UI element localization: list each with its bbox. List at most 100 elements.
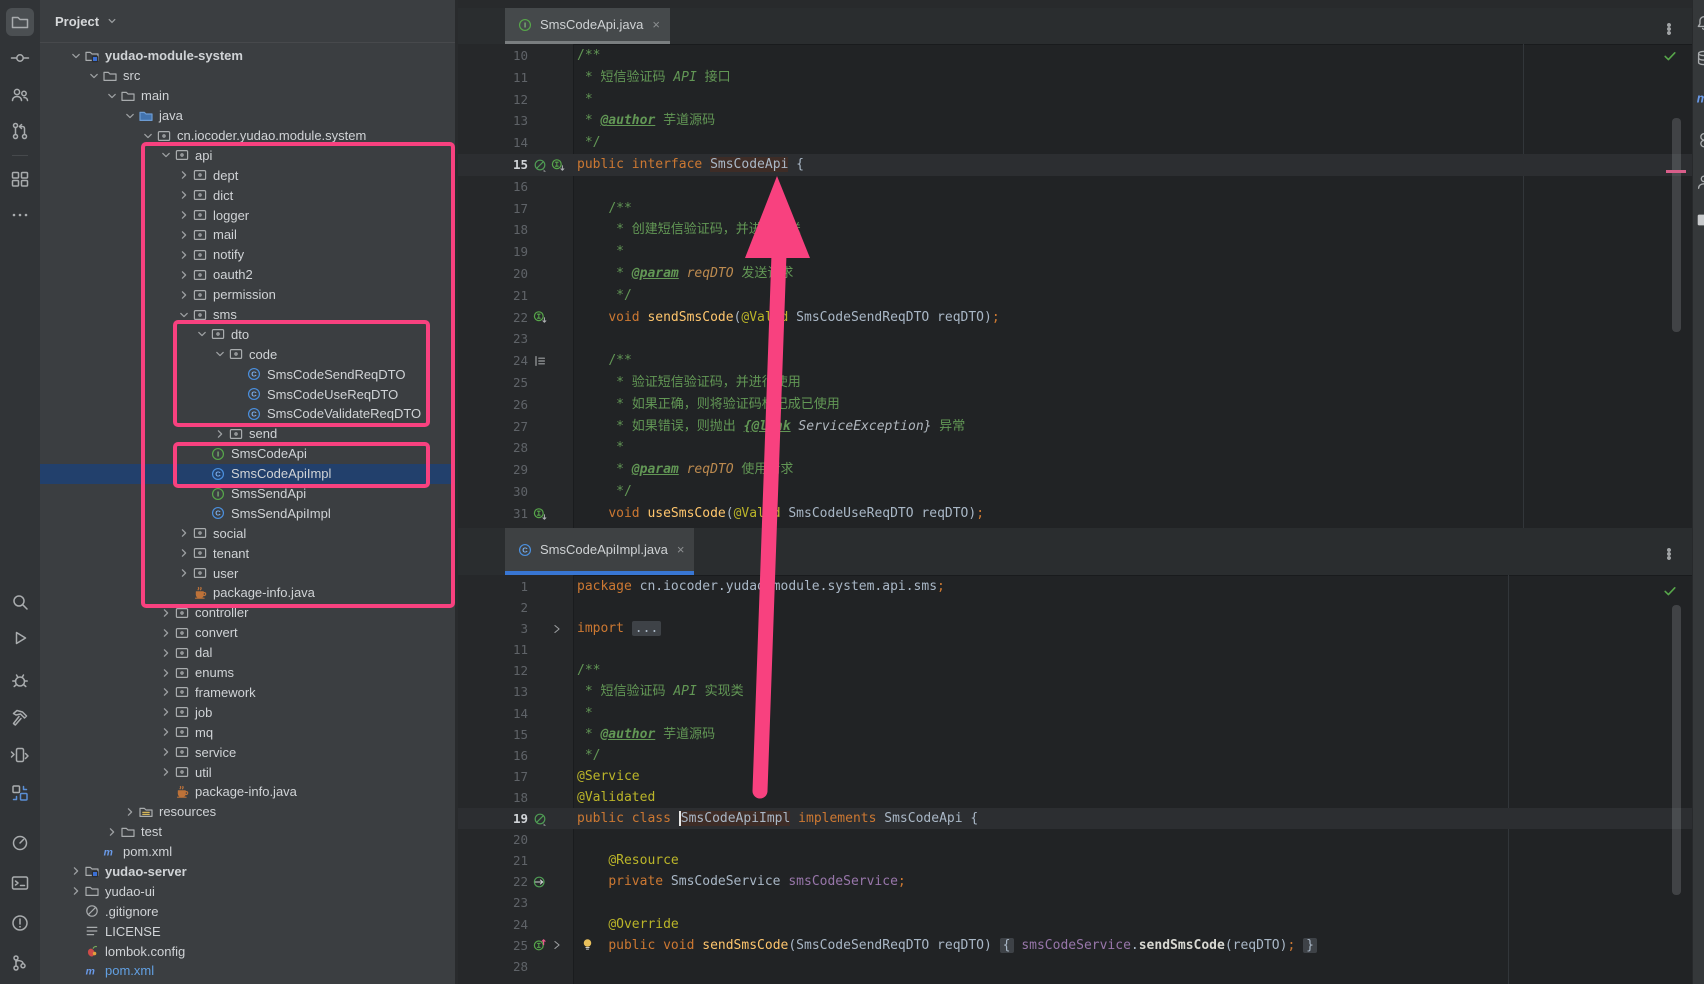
tab-smscodeapiimpl[interactable]: C SmsCodeApiImpl.java × xyxy=(505,528,694,571)
tree-item[interactable]: CSmsCodeUseReqDTO xyxy=(40,384,455,404)
line-number[interactable]: 15 xyxy=(458,154,528,176)
tree-item[interactable]: resources xyxy=(40,802,455,822)
code-line[interactable]: 25 * 验证短信验证码，并进行使用 xyxy=(458,372,1692,394)
gutter-icons[interactable] xyxy=(532,503,548,525)
line-number[interactable]: 29 xyxy=(458,459,528,481)
line-number[interactable]: 1 xyxy=(458,576,528,597)
terminal-icon[interactable] xyxy=(6,869,34,897)
tree-item[interactable]: mail xyxy=(40,225,455,245)
gutter-icons[interactable] xyxy=(532,808,548,829)
tree-item[interactable]: util xyxy=(40,762,455,782)
chevron-down-icon[interactable] xyxy=(121,108,138,124)
tree-item[interactable]: mpom.xml xyxy=(40,842,455,862)
tree-item[interactable]: .gitignore xyxy=(40,901,455,921)
line-number[interactable]: 18 xyxy=(458,787,528,808)
code-line[interactable]: 23 xyxy=(458,892,1692,913)
code-line[interactable]: 30 */ xyxy=(458,481,1692,503)
code-line[interactable]: 26 * 如果正确，则将验证码标记成已使用 xyxy=(458,394,1692,416)
fold-gutter-icon[interactable] xyxy=(550,938,564,952)
code-line[interactable]: 12/** xyxy=(458,660,1692,681)
maven-icon[interactable]: m xyxy=(1695,89,1704,112)
fold-gutter-icon[interactable] xyxy=(550,622,564,636)
impl-gutter-icon[interactable] xyxy=(550,157,566,173)
tree-item[interactable]: mq xyxy=(40,722,455,742)
commit-icon[interactable] xyxy=(6,44,34,72)
close-icon[interactable]: × xyxy=(652,17,660,32)
tree-item[interactable]: dict xyxy=(40,185,455,205)
code-line[interactable]: 12 * xyxy=(458,89,1692,111)
chevron-right-icon[interactable] xyxy=(175,287,192,303)
code-line[interactable]: 28 xyxy=(458,956,1692,977)
tree-item[interactable]: main xyxy=(40,86,455,106)
tree-item[interactable]: lombok.config xyxy=(40,941,455,961)
editor-smscodeapi[interactable]: 10/**11 * 短信验证码 API 接口12 *13 * @author 芋… xyxy=(458,44,1692,528)
problems-icon[interactable] xyxy=(6,909,34,937)
tree-item[interactable]: logger xyxy=(40,205,455,225)
chevron-down-icon[interactable] xyxy=(211,346,228,362)
line-number[interactable]: 27 xyxy=(458,416,528,438)
code-line[interactable]: 28 * xyxy=(458,437,1692,459)
code-line[interactable]: 18 * 创建短信验证码，并进行发送 xyxy=(458,219,1692,241)
tree-item[interactable]: package-info.java xyxy=(40,583,455,603)
code-line[interactable]: 23 xyxy=(458,328,1692,350)
database-icon[interactable] xyxy=(1695,49,1704,72)
tree-item[interactable]: oauth2 xyxy=(40,265,455,285)
line-number[interactable]: 10 xyxy=(458,45,528,67)
code-line[interactable]: 13 * @author 芋道源码 xyxy=(458,110,1692,132)
chevron-right-icon[interactable] xyxy=(211,426,228,442)
chevron-right-icon[interactable] xyxy=(67,863,84,879)
list-gutter-icon[interactable] xyxy=(532,353,548,369)
chevron-right-icon[interactable] xyxy=(157,764,174,780)
tree-item[interactable]: java xyxy=(40,106,455,126)
code-line[interactable]: 21 */ xyxy=(458,285,1692,307)
tab-smscodeapi[interactable]: I SmsCodeApi.java × xyxy=(505,8,670,41)
line-number[interactable]: 28 xyxy=(458,437,528,459)
chevron-right-icon[interactable] xyxy=(157,744,174,760)
tree-item[interactable]: ISmsCodeApi xyxy=(40,444,455,464)
gutter-icons[interactable] xyxy=(532,154,566,176)
tree-item[interactable]: controller xyxy=(40,603,455,623)
code-line[interactable]: 15public interface SmsCodeApi { xyxy=(458,154,1692,176)
build-icon[interactable] xyxy=(6,703,34,731)
line-number[interactable]: 14 xyxy=(458,132,528,154)
tree-item[interactable]: service xyxy=(40,742,455,762)
bean-arrow-gutter-icon[interactable] xyxy=(532,874,548,890)
line-number[interactable]: 25 xyxy=(458,372,528,394)
line-number[interactable]: 17 xyxy=(458,766,528,787)
code-line[interactable]: 14 */ xyxy=(458,132,1692,154)
line-number[interactable]: 2 xyxy=(458,597,528,618)
tree-item[interactable]: yudao-module-system xyxy=(40,46,455,66)
chevron-down-icon[interactable] xyxy=(157,147,174,163)
notifications-icon[interactable] xyxy=(1695,14,1704,37)
tree-item[interactable]: ISmsSendApi xyxy=(40,484,455,504)
line-number[interactable]: 12 xyxy=(458,660,528,681)
chevron-down-icon[interactable] xyxy=(85,68,102,84)
line-number[interactable]: 15 xyxy=(458,724,528,745)
tree-item[interactable]: dept xyxy=(40,165,455,185)
line-number[interactable]: 21 xyxy=(458,285,528,307)
tree-item[interactable]: job xyxy=(40,702,455,722)
line-number[interactable]: 30 xyxy=(458,481,528,503)
chevron-right-icon[interactable] xyxy=(157,605,174,621)
code-line[interactable]: 20 xyxy=(458,829,1692,850)
tree-item[interactable]: test xyxy=(40,822,455,842)
chevron-down-icon[interactable] xyxy=(103,88,120,104)
line-number[interactable]: 16 xyxy=(458,176,528,198)
code-line[interactable]: 14 * xyxy=(458,703,1692,724)
chevron-right-icon[interactable] xyxy=(121,804,138,820)
tree-item[interactable]: LICENSE xyxy=(40,921,455,941)
tree-item[interactable]: sms xyxy=(40,305,455,325)
tree-item[interactable]: permission xyxy=(40,285,455,305)
line-number[interactable]: 20 xyxy=(458,263,528,285)
more-options-icon[interactable]: ••• xyxy=(1660,21,1678,33)
code-line[interactable]: 10/** xyxy=(458,45,1692,67)
gutter-icons[interactable] xyxy=(532,935,564,956)
code-line[interactable]: 11 * 短信验证码 API 接口 xyxy=(458,67,1692,89)
chevron-right-icon[interactable] xyxy=(175,267,192,283)
chevron-right-icon[interactable] xyxy=(157,665,174,681)
chevron-right-icon[interactable] xyxy=(175,167,192,183)
close-icon[interactable]: × xyxy=(677,542,685,557)
pull-requests-icon[interactable] xyxy=(6,117,34,145)
tree-item[interactable]: yudao-ui xyxy=(40,881,455,901)
line-number[interactable]: 22 xyxy=(458,307,528,329)
